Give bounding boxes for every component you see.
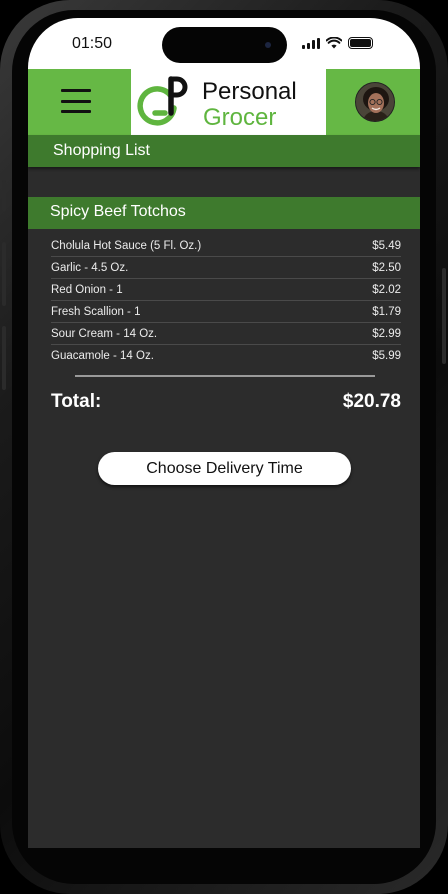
list-item: Garlic - 4.5 Oz. $2.50 bbox=[51, 257, 401, 279]
item-price: $1.79 bbox=[372, 305, 401, 318]
logo-text-personal: Personal bbox=[202, 78, 297, 105]
status-icons bbox=[302, 37, 373, 49]
battery-icon bbox=[348, 37, 373, 49]
total-value: $20.78 bbox=[342, 391, 401, 412]
total-label: Total: bbox=[51, 391, 102, 412]
logo: Personal Grocer bbox=[131, 69, 326, 135]
page-title: Shopping List bbox=[53, 142, 150, 159]
item-price: $5.49 bbox=[372, 239, 401, 252]
status-bar: 01:50 bbox=[28, 18, 420, 69]
signal-icon bbox=[302, 37, 320, 49]
menu-icon[interactable] bbox=[61, 89, 91, 113]
item-price: $2.50 bbox=[372, 261, 401, 274]
item-price: $2.99 bbox=[372, 327, 401, 340]
camera-icon bbox=[265, 42, 271, 48]
list-item: Red Onion - 1 $2.02 bbox=[51, 279, 401, 301]
volume-up-button bbox=[2, 242, 6, 306]
logo-text-grocer: Grocer bbox=[203, 104, 276, 131]
list-item: Guacamole - 14 Oz. $5.99 bbox=[51, 345, 401, 367]
action-button bbox=[2, 180, 6, 212]
item-price: $2.02 bbox=[372, 283, 401, 296]
app-header: Personal Grocer bbox=[28, 69, 420, 135]
item-name: Red Onion - 1 bbox=[51, 283, 123, 296]
item-name: Cholula Hot Sauce (5 Fl. Oz.) bbox=[51, 239, 202, 252]
phone-frame: 01:50 Personal Grocer Shopping List Spic… bbox=[0, 0, 448, 894]
power-button bbox=[442, 268, 446, 364]
volume-down-button bbox=[2, 326, 6, 390]
list-item: Sour Cream - 14 Oz. $2.99 bbox=[51, 323, 401, 345]
item-name: Sour Cream - 14 Oz. bbox=[51, 327, 158, 340]
avatar[interactable] bbox=[355, 82, 395, 122]
recipe-title: Spicy Beef Totchos bbox=[50, 203, 186, 220]
screen: 01:50 Personal Grocer Shopping List Spic… bbox=[28, 18, 420, 848]
wifi-icon bbox=[326, 37, 342, 49]
recipe-header: Spicy Beef Totchos bbox=[28, 197, 420, 229]
status-time: 01:50 bbox=[72, 35, 113, 52]
choose-delivery-time-button[interactable]: Choose Delivery Time bbox=[98, 452, 351, 485]
logo-icon: Personal Grocer bbox=[137, 76, 297, 131]
item-name: Fresh Scallion - 1 bbox=[51, 305, 141, 318]
total-divider bbox=[75, 375, 375, 377]
page-title-bar: Shopping List bbox=[28, 135, 420, 167]
list-item: Fresh Scallion - 1 $1.79 bbox=[51, 301, 401, 323]
item-name: Guacamole - 14 Oz. bbox=[51, 350, 154, 362]
ingredient-list: Cholula Hot Sauce (5 Fl. Oz.) $5.49 Garl… bbox=[51, 235, 401, 367]
list-item: Cholula Hot Sauce (5 Fl. Oz.) $5.49 bbox=[51, 235, 401, 257]
item-price: $5.99 bbox=[372, 350, 401, 362]
item-name: Garlic - 4.5 Oz. bbox=[51, 261, 129, 274]
